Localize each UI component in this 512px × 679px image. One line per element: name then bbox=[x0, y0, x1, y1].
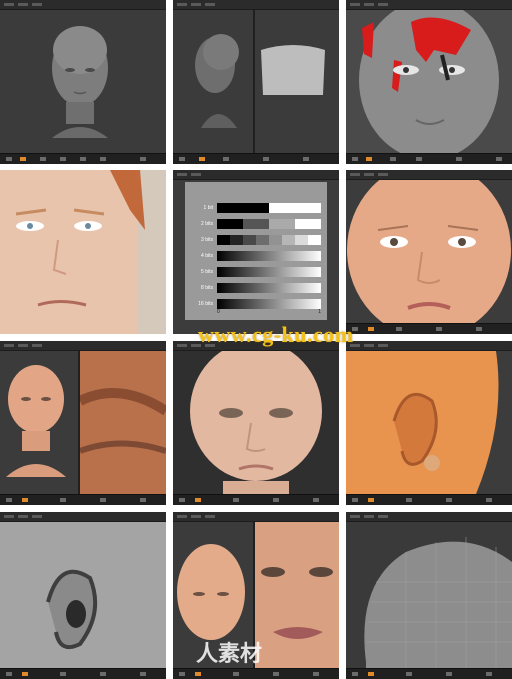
head-and-uv-render bbox=[173, 10, 339, 153]
gradient-row: 16 bits bbox=[185, 298, 327, 310]
timeline-bar[interactable] bbox=[173, 153, 339, 164]
panel-ear-displacement[interactable] bbox=[0, 512, 166, 679]
gradient-row: 2 bits bbox=[185, 218, 327, 230]
gradient-row: 8 bits bbox=[185, 282, 327, 294]
viewport[interactable] bbox=[346, 170, 512, 334]
timeline-bar[interactable] bbox=[0, 494, 166, 505]
viewport[interactable] bbox=[346, 0, 512, 160]
panel-head-shaded[interactable] bbox=[173, 341, 339, 505]
menu-bar[interactable] bbox=[0, 512, 166, 522]
panel-head-uv[interactable] bbox=[173, 0, 339, 164]
panel-head-mask[interactable] bbox=[346, 0, 512, 164]
menu-bar[interactable] bbox=[173, 0, 339, 10]
displacement-ear-render bbox=[0, 522, 166, 668]
site-watermark: www.cg-ku.com bbox=[198, 322, 354, 347]
panel-photo-man bbox=[0, 170, 166, 334]
panel-bit-depth[interactable]: 1 bit 2 bits 3 bits 4 bits 5 bits 8 bits… bbox=[173, 170, 339, 334]
viewport[interactable] bbox=[0, 522, 166, 668]
panel-head-wireframe[interactable] bbox=[346, 512, 512, 679]
ear-render bbox=[346, 351, 512, 494]
bit-depth-chart: 1 bit 2 bits 3 bits 4 bits 5 bits 8 bits… bbox=[185, 182, 327, 320]
menu-bar[interactable] bbox=[0, 341, 166, 351]
axis-min-label: 0 bbox=[217, 309, 220, 315]
timeline-bar[interactable] bbox=[346, 668, 512, 679]
menu-bar[interactable] bbox=[346, 0, 512, 10]
reference-photo bbox=[0, 170, 166, 334]
menu-bar[interactable] bbox=[346, 170, 512, 180]
viewport[interactable] bbox=[173, 10, 339, 153]
brand-watermark: 人素材 bbox=[196, 642, 263, 667]
menu-bar[interactable] bbox=[346, 512, 512, 522]
timeline-bar[interactable] bbox=[173, 668, 339, 679]
uv-layout bbox=[261, 45, 325, 95]
gradient-row: 1 bit bbox=[185, 202, 327, 214]
gradient-row: 5 bits bbox=[185, 266, 327, 278]
panel-head-detail[interactable] bbox=[0, 341, 166, 505]
shaded-head-render bbox=[173, 341, 339, 494]
timeline-bar[interactable] bbox=[346, 323, 512, 334]
gradient-row: 3 bits bbox=[185, 234, 327, 246]
textured-head-render bbox=[346, 170, 512, 334]
timeline-bar[interactable] bbox=[0, 668, 166, 679]
timeline-bar[interactable] bbox=[173, 494, 339, 505]
menu-bar[interactable] bbox=[0, 0, 166, 10]
timeline-bar[interactable] bbox=[0, 153, 166, 164]
masked-head-render bbox=[346, 0, 512, 160]
head-sculpt-render bbox=[0, 10, 166, 153]
viewport[interactable] bbox=[0, 351, 166, 494]
menu-bar[interactable] bbox=[173, 170, 339, 180]
timeline-bar[interactable] bbox=[346, 153, 512, 164]
gradient-row: 4 bits bbox=[185, 250, 327, 262]
viewport[interactable] bbox=[0, 10, 166, 153]
viewport[interactable] bbox=[346, 522, 512, 668]
viewport[interactable] bbox=[346, 351, 512, 494]
panel-head-textured[interactable] bbox=[346, 170, 512, 334]
axis-max-label: 1 bbox=[318, 309, 321, 315]
menu-bar[interactable] bbox=[346, 341, 512, 351]
panel-ear-closeup[interactable] bbox=[346, 341, 512, 505]
head-and-closeup-render bbox=[0, 351, 166, 494]
timeline-bar[interactable] bbox=[346, 494, 512, 505]
wireframe-head-render bbox=[346, 522, 512, 668]
viewport[interactable] bbox=[173, 341, 339, 494]
panel-head-sculpt[interactable] bbox=[0, 0, 166, 164]
menu-bar[interactable] bbox=[173, 512, 339, 522]
